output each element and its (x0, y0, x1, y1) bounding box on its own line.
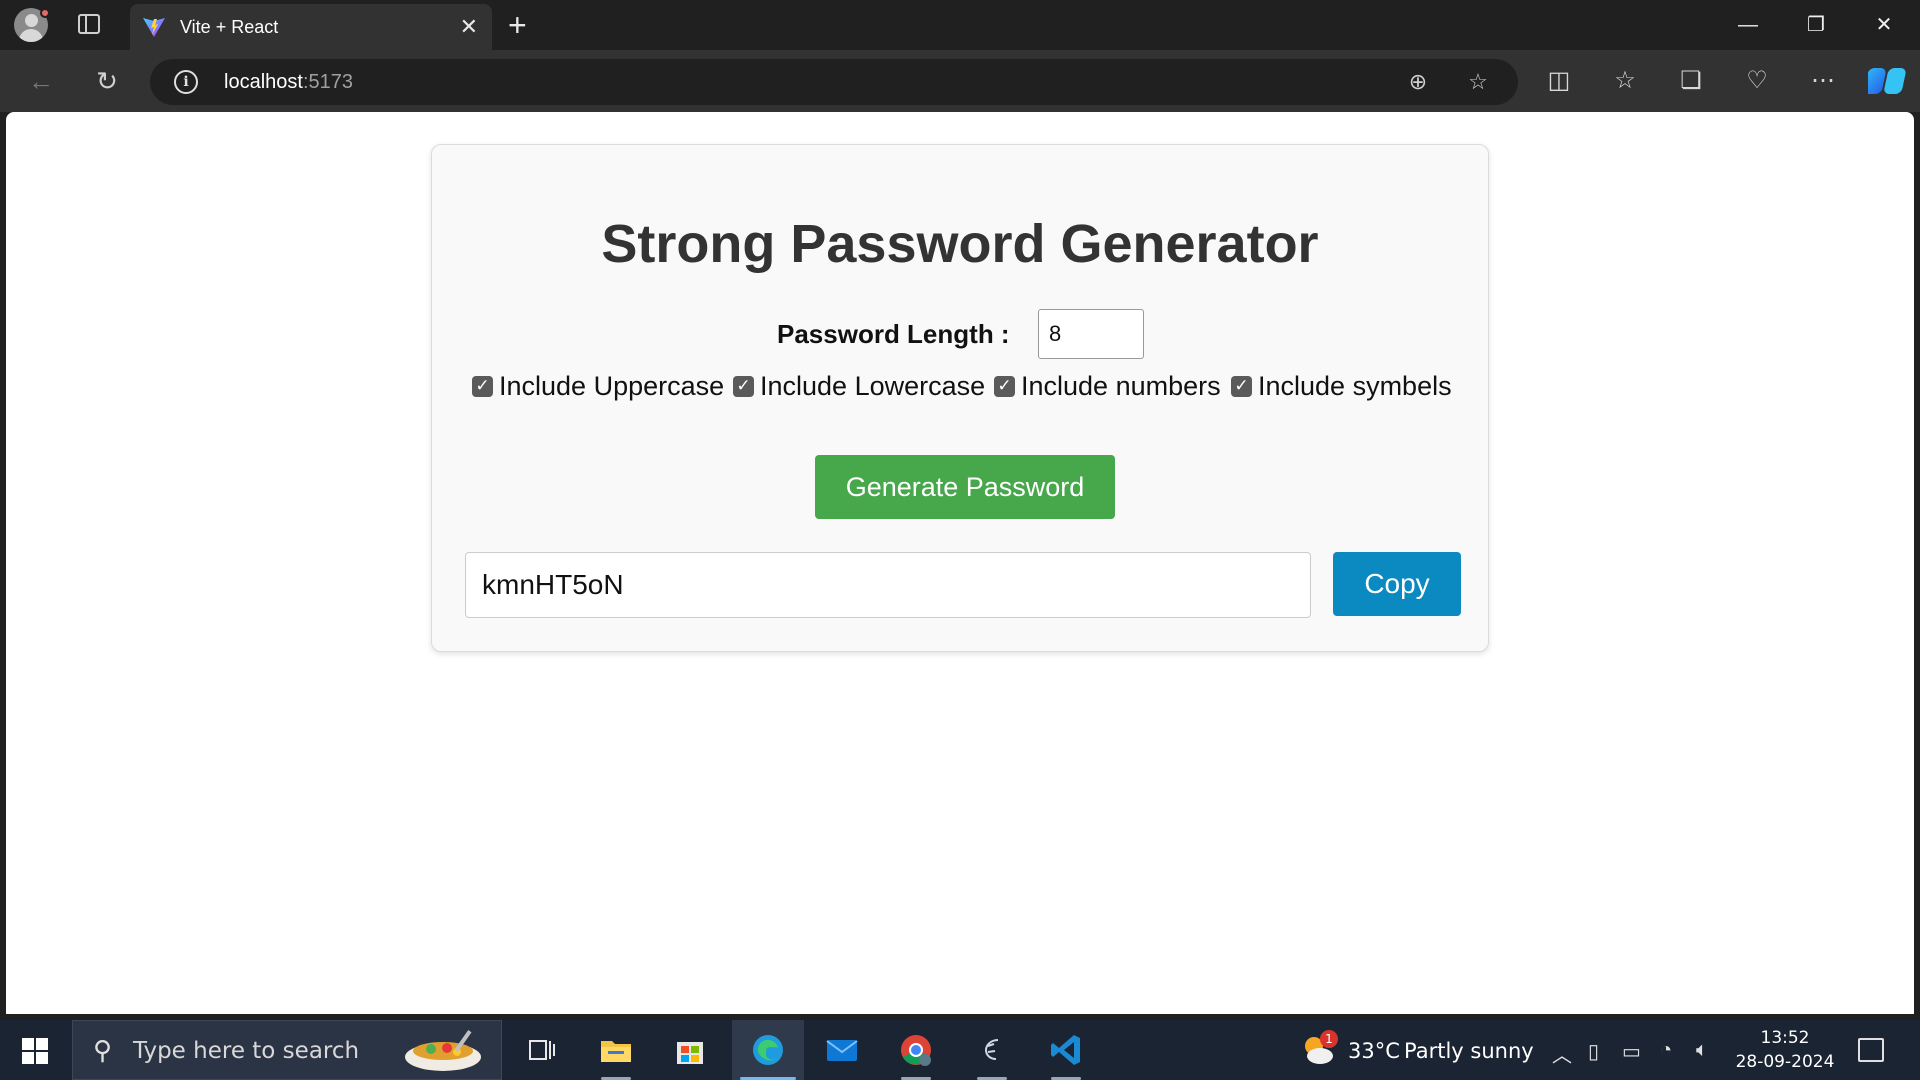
lowercase-checkbox[interactable]: ✓ (733, 376, 754, 397)
search-icon: ⚲ (93, 1035, 113, 1065)
chrome-icon (901, 1035, 931, 1066)
options-row: ✓ Include Uppercase ✓ Include Lowercase … (432, 371, 1488, 411)
microsoft-store-icon (677, 1042, 703, 1064)
browser-toolbar: ← ↻ i localhost:5173 ⊕ ☆ ◫ ☆ ❏ ♡ ⋯ (0, 50, 1920, 112)
restore-button[interactable]: ❐ (1796, 10, 1836, 40)
refresh-icon[interactable]: ↻ (90, 64, 124, 98)
length-input[interactable] (1038, 309, 1144, 359)
chrome-button[interactable] (880, 1020, 952, 1080)
edge-icon (753, 1035, 783, 1065)
task-view-button[interactable] (506, 1020, 578, 1080)
split-screen-icon[interactable]: ◫ (1542, 64, 1576, 98)
vite-favicon-icon (143, 18, 165, 37)
taskbar-search-box[interactable]: ⚲ Type here to search (72, 1020, 502, 1080)
numbers-label: Include numbers (1021, 371, 1221, 401)
profile-notification-dot (40, 8, 50, 18)
copilot-icon[interactable] (1868, 62, 1906, 100)
minimize-button[interactable]: — (1728, 10, 1768, 40)
file-explorer-icon (601, 1041, 631, 1062)
tab-close-icon[interactable]: ✕ (460, 14, 478, 40)
weather-badge: 1 (1320, 1030, 1338, 1048)
uppercase-checkbox[interactable]: ✓ (472, 376, 493, 397)
notification-center-icon[interactable] (1858, 1038, 1884, 1062)
clock-date: 28-09-2024 (1735, 1052, 1835, 1072)
edge-button[interactable] (732, 1020, 804, 1080)
address-bar[interactable]: i localhost:5173 ⊕ ☆ (150, 59, 1518, 105)
site-info-icon[interactable]: i (174, 70, 198, 94)
file-explorer-button[interactable] (580, 1020, 652, 1080)
collections-icon[interactable]: ❏ (1674, 64, 1708, 98)
favorites-icon[interactable]: ☆ (1608, 64, 1642, 98)
microsoft-store-button[interactable] (654, 1020, 726, 1080)
vscode-button[interactable] (1030, 1020, 1102, 1080)
meet-now-icon[interactable]: ▯ (1588, 1039, 1599, 1064)
browser-tab-active[interactable]: Vite + React ✕ (130, 4, 492, 50)
symbols-option[interactable]: ✓ Include symbels (1231, 371, 1452, 402)
battery-icon[interactable]: ▭ (1622, 1039, 1641, 1064)
length-label: Password Length : (777, 319, 1010, 349)
symbols-label: Include symbels (1258, 371, 1452, 401)
lowercase-label: Include Lowercase (760, 371, 986, 401)
favorite-star-icon[interactable]: ☆ (1464, 69, 1492, 95)
generate-password-button[interactable]: Generate Password (815, 455, 1115, 519)
length-row: Password Length : (432, 307, 1488, 359)
close-window-button[interactable]: ✕ (1864, 10, 1904, 40)
app-icon (984, 1039, 999, 1060)
uppercase-option[interactable]: ✓ Include Uppercase (472, 371, 724, 402)
weather-desc[interactable]: Partly sunny (1404, 1039, 1534, 1063)
network-wifi-icon[interactable]: ◔ (1660, 1039, 1672, 1062)
browser-essentials-icon[interactable]: ♡ (1740, 64, 1774, 98)
search-placeholder: Type here to search (133, 1038, 360, 1064)
mail-button[interactable] (806, 1020, 878, 1080)
windows-start-icon[interactable] (22, 1038, 48, 1064)
zoom-icon[interactable]: ⊕ (1404, 69, 1432, 95)
app-button[interactable] (956, 1020, 1028, 1080)
back-arrow-icon[interactable]: ← (24, 64, 58, 98)
tab-title: Vite + React (180, 17, 279, 37)
tab-actions-icon[interactable] (78, 14, 100, 34)
taskbar-clock[interactable]: 13:52 28-09-2024 (1730, 1026, 1840, 1074)
search-highlight-bowl-icon (405, 1030, 481, 1071)
show-hidden-icons-chevron-icon[interactable]: ︿ (1552, 1039, 1572, 1068)
volume-icon[interactable]: 🔈︎ (1696, 1039, 1708, 1062)
mail-icon (826, 1040, 858, 1061)
url-text[interactable]: localhost:5173 (224, 71, 353, 94)
lowercase-option[interactable]: ✓ Include Lowercase (733, 371, 985, 402)
numbers-option[interactable]: ✓ Include numbers (994, 371, 1221, 402)
new-tab-button[interactable]: + (508, 8, 527, 42)
tab-strip: Vite + React ✕ + — ❐ ✕ (0, 0, 1920, 50)
page-viewport: Strong Password Generator Password Lengt… (6, 112, 1914, 1014)
vscode-icon (1051, 1035, 1080, 1065)
password-generator-card: Strong Password Generator Password Lengt… (431, 144, 1489, 652)
page-title: Strong Password Generator (601, 214, 1319, 274)
copy-button[interactable]: Copy (1333, 552, 1461, 616)
uppercase-label: Include Uppercase (499, 371, 725, 401)
symbols-checkbox[interactable]: ✓ (1231, 376, 1252, 397)
windows-taskbar: ⚲ Type here to search 1 33°C Partly sunn… (0, 1020, 1920, 1080)
password-output-field[interactable] (465, 552, 1311, 618)
task-view-icon (529, 1040, 555, 1060)
weather-temp[interactable]: 33°C (1348, 1039, 1400, 1063)
numbers-checkbox[interactable]: ✓ (994, 376, 1015, 397)
clock-time: 13:52 (1760, 1028, 1810, 1048)
more-options-icon[interactable]: ⋯ (1806, 64, 1840, 98)
